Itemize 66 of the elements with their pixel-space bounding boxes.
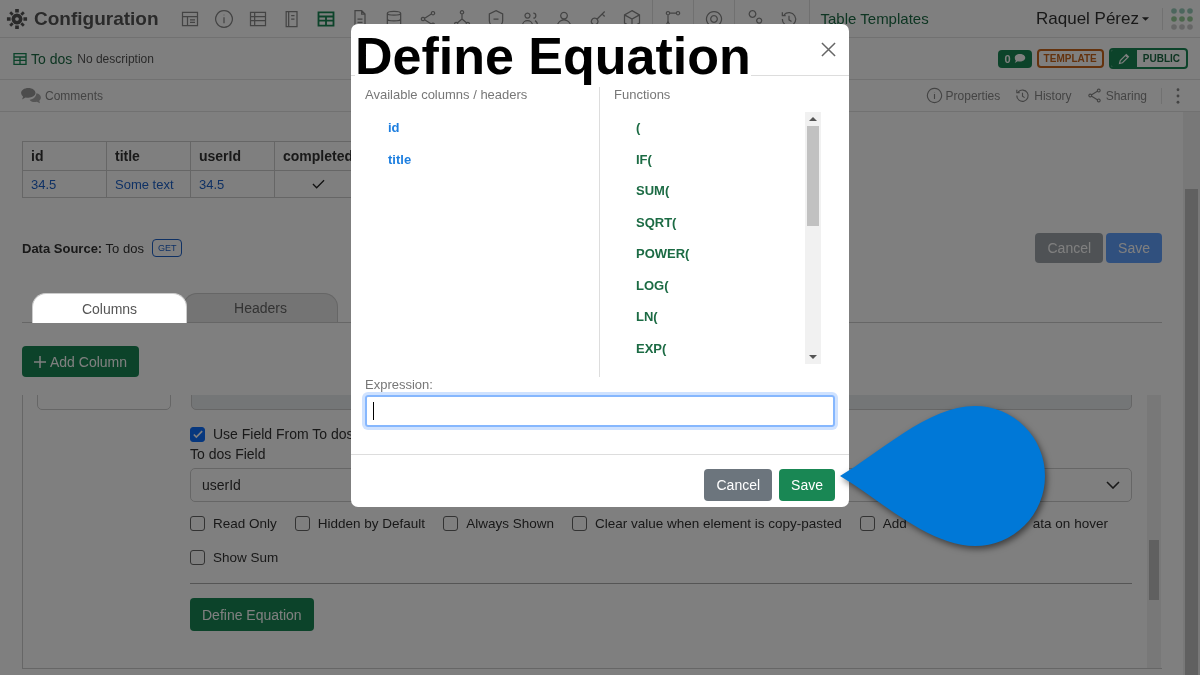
record-description: No description (77, 51, 154, 66)
function-item[interactable]: IF( (636, 143, 805, 175)
function-item[interactable]: EXP( (636, 332, 805, 364)
caret-icon[interactable] (1141, 15, 1150, 22)
save-button[interactable]: Save (779, 469, 835, 501)
info-icon (925, 87, 943, 104)
column-item[interactable]: title (388, 144, 599, 176)
breadcrumb-link[interactable]: Table Templates (820, 10, 929, 27)
column-header: userId (190, 141, 275, 171)
pencil-icon (1117, 52, 1130, 65)
column-item[interactable]: id (388, 112, 599, 144)
add-column-button[interactable]: Add Column (22, 346, 140, 377)
option-checkbox[interactable]: Show Sum (190, 550, 279, 565)
more-menu-icon[interactable] (1176, 87, 1180, 104)
function-item[interactable]: LN( (636, 301, 805, 333)
table-cell: Some text (106, 170, 191, 198)
plus-icon (34, 355, 46, 368)
chevron-down-icon (1106, 481, 1120, 489)
checkmark-icon (192, 429, 203, 439)
tab[interactable]: Columns (32, 293, 187, 323)
data-source-label: Data Source: To dos (22, 240, 144, 256)
table-cell: 34.5 (190, 170, 275, 198)
gear-icon[interactable] (6, 7, 28, 30)
expression-input[interactable] (365, 395, 835, 427)
template-badge[interactable]: TEMPLATE (1036, 49, 1104, 68)
function-item[interactable]: SUM( (636, 175, 805, 207)
history-icon (1014, 87, 1032, 104)
info-icon[interactable] (213, 8, 234, 29)
share-icon (1085, 87, 1103, 104)
method-badge: GET (151, 239, 183, 257)
functions-heading: Functions (614, 87, 672, 102)
close-icon[interactable] (821, 42, 836, 57)
expression-label: Expression: (365, 377, 434, 392)
option-checkbox[interactable]: Clear value when element is copy-pasted (571, 516, 842, 531)
option-checkbox[interactable]: Always Shown (443, 516, 554, 531)
function-item[interactable]: LOG( (636, 269, 805, 301)
info-button[interactable]: Properties (925, 87, 1001, 104)
option-checkbox[interactable]: Hidden by Default (294, 516, 426, 531)
speech-bubble-icon (1013, 53, 1026, 64)
table-cell: 34.5 (22, 170, 107, 198)
function-item[interactable]: ( (636, 112, 805, 144)
option-checkbox[interactable]: Read Only (190, 516, 277, 531)
scrollbar[interactable] (1183, 112, 1200, 675)
scrollbar[interactable] (1147, 395, 1161, 668)
columns-heading: Available columns / headers (365, 87, 529, 102)
column-header: title (106, 141, 191, 171)
field-label: To dos Field (190, 446, 267, 462)
table-icon[interactable] (315, 8, 336, 29)
history-button[interactable]: History (1014, 87, 1072, 104)
function-item[interactable]: SQRT( (636, 206, 805, 238)
tab[interactable]: Headers (183, 293, 338, 322)
speech-bubbles-icon (20, 86, 42, 105)
table-icon (12, 50, 28, 67)
record-name: To dos (31, 50, 73, 67)
app-title: Configuration (34, 7, 159, 30)
column-header: id (22, 141, 107, 171)
public-badge[interactable]: PUBLIC (1108, 48, 1188, 69)
scrollbar[interactable] (805, 112, 821, 364)
comments-button[interactable]: Comments (20, 86, 103, 105)
define-equation-button[interactable]: Define Equation (190, 598, 314, 631)
share-button[interactable]: Sharing (1085, 87, 1147, 104)
cancel-button[interactable]: Cancel (704, 469, 773, 501)
user-menu[interactable]: Raquel Pérez (1036, 8, 1162, 29)
option-checkbox[interactable]: Add ata on hover (859, 516, 1108, 531)
function-item[interactable]: POWER( (636, 238, 805, 270)
comments-count-badge[interactable]: 0 (998, 49, 1032, 68)
